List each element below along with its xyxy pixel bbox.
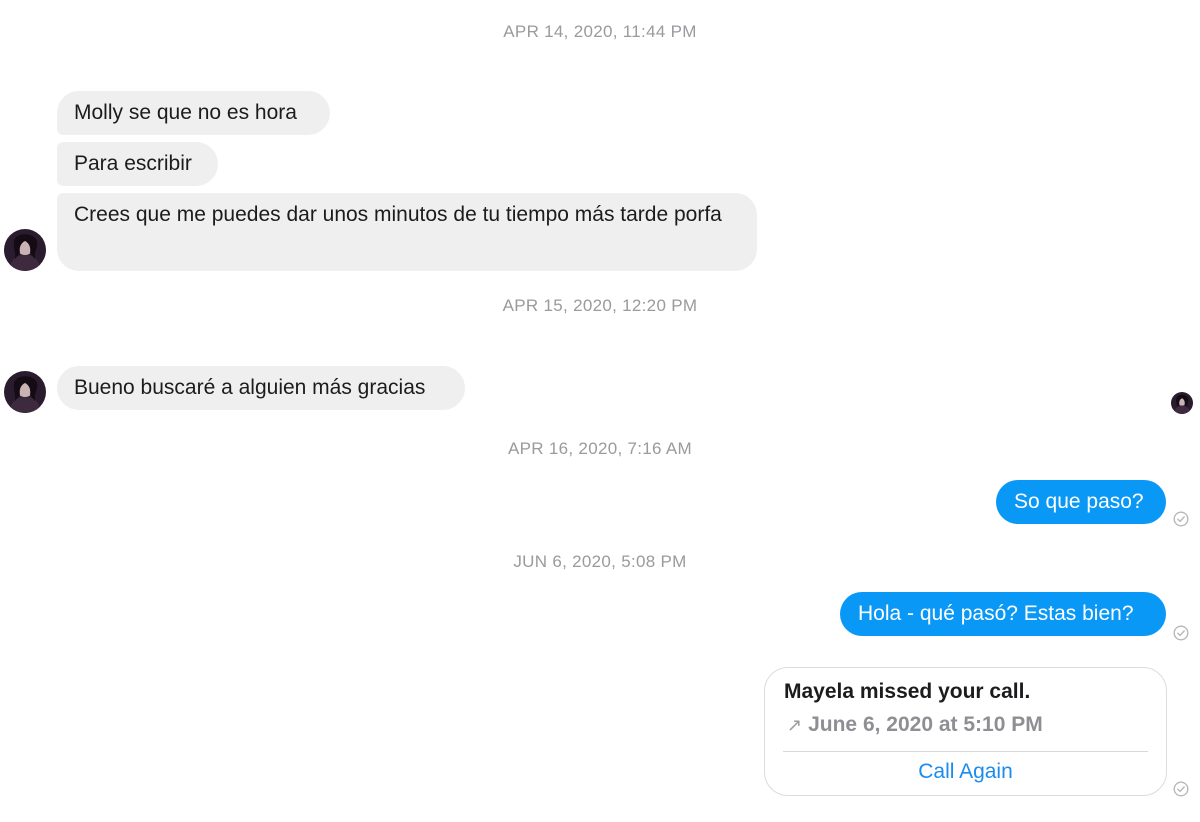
avatar-image [1171, 392, 1193, 414]
contact-avatar[interactable] [4, 229, 46, 271]
call-again-button[interactable]: Call Again [765, 760, 1166, 784]
incoming-message[interactable]: Molly se que no es hora [57, 91, 330, 135]
timestamp: APR 16, 2020, 7:16 AM [508, 439, 692, 458]
incoming-message[interactable]: Crees que me puedes dar unos minutos de … [57, 193, 757, 271]
contact-avatar[interactable] [4, 371, 46, 413]
outgoing-call-arrow-icon: ↗ [787, 715, 803, 735]
seen-by-avatar [1171, 392, 1193, 414]
timestamp: APR 14, 2020, 11:44 PM [503, 22, 697, 41]
incoming-message[interactable]: Bueno buscaré a alguien más gracias [57, 366, 465, 410]
incoming-message[interactable]: Para escribir [57, 142, 218, 186]
timestamp: JUN 6, 2020, 5:08 PM [513, 552, 687, 571]
check-circle-icon [1173, 511, 1189, 527]
missed-call-time: June 6, 2020 at 5:10 PM [808, 713, 1043, 736]
missed-call-card: Mayela missed your call. ↗ June 6, 2020 a… [764, 667, 1167, 796]
outgoing-message[interactable]: Hola - qué pasó? Estas bien? [840, 592, 1166, 636]
avatar-image [4, 229, 46, 271]
chat-thread: APR 14, 2020, 11:44 PM Molly se que no e… [0, 0, 1200, 822]
check-circle-icon [1173, 781, 1189, 797]
outgoing-message[interactable]: So que paso? [996, 480, 1166, 524]
divider [783, 751, 1148, 752]
check-circle-icon [1173, 625, 1189, 641]
missed-call-time-row: ↗ June 6, 2020 at 5:10 PM [787, 713, 1043, 737]
avatar-image [4, 371, 46, 413]
timestamp: APR 15, 2020, 12:20 PM [502, 296, 698, 315]
missed-call-title: Mayela missed your call. [784, 680, 1031, 703]
